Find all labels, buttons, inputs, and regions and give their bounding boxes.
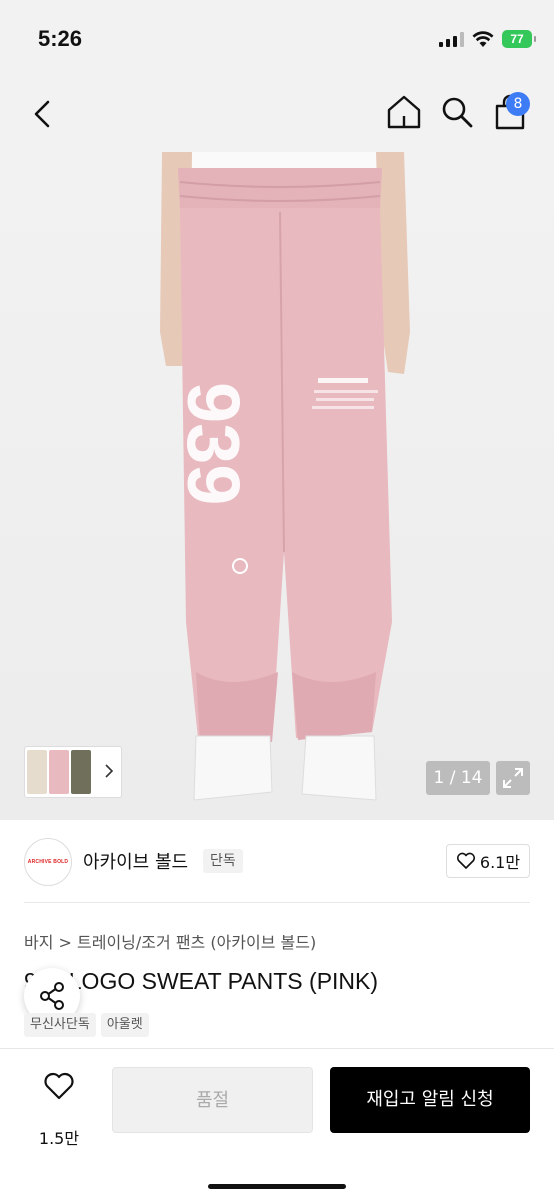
brand-like-count: 6.1만 (479, 853, 521, 872)
brand-row: ARCHIVE BOLD 아카이브 볼드 단독 6.1만 (0, 820, 554, 904)
status-bar: 5:26 77 (0, 0, 554, 80)
home-indicator (208, 1184, 346, 1189)
thumbnail-beige[interactable] (27, 750, 47, 794)
heart-icon (456, 852, 475, 869)
nav-bar (0, 80, 554, 152)
expand-icon (503, 768, 523, 788)
thumbnail-camo[interactable] (71, 750, 91, 794)
pants-print-939: 939 (172, 382, 255, 505)
expand-button[interactable] (496, 761, 530, 795)
restock-alert-button[interactable]: 재입고 알림 신청 (330, 1067, 530, 1133)
cart-count-badge: 8 (506, 92, 530, 116)
bottom-action-bar: 1.5만 품절 재입고 알림 신청 (0, 1048, 554, 1200)
heart-icon (44, 1072, 74, 1100)
home-icon[interactable] (384, 92, 424, 132)
battery-level: 77 (510, 32, 524, 46)
image-page-counter: 1 / 14 (426, 761, 490, 795)
wishlist-button[interactable]: 1.5만 (24, 1069, 94, 1148)
breadcrumb[interactable]: 바지 > 트레이닝/조거 팬츠 (아카이브 볼드) (24, 929, 316, 953)
wishlist-count: 1.5만 (38, 1129, 80, 1148)
cellular-signal-icon (439, 31, 464, 47)
tag-musinsa-exclusive: 무신사단독 (24, 1013, 96, 1037)
brand-name[interactable]: 아카이브 볼드 (83, 848, 188, 874)
thumbnail-pink[interactable] (49, 750, 69, 794)
brand-like-button[interactable]: 6.1만 (446, 844, 530, 878)
sold-out-button: 품절 (112, 1067, 313, 1133)
thumbnail-strip[interactable] (24, 746, 122, 798)
battery-icon: 77 (502, 30, 536, 48)
search-icon[interactable] (437, 92, 477, 132)
status-time: 5:26 (38, 26, 83, 51)
tag-outlet: 아울렛 (100, 1013, 149, 1037)
product-image[interactable]: 939 (0, 152, 554, 820)
brand-logo[interactable]: ARCHIVE BOLD (24, 838, 72, 886)
status-icons: 77 (439, 30, 536, 48)
wifi-icon (472, 31, 494, 47)
divider (24, 902, 530, 903)
chevron-right-icon[interactable] (103, 761, 115, 781)
exclusive-badge: 단독 (203, 849, 243, 873)
brand-logo-text: ARCHIVE BOLD (27, 859, 69, 865)
product-tags: 무신사단독 아울렛 (24, 1013, 149, 1037)
product-photo-illustration: 939 (160, 152, 410, 801)
back-icon[interactable] (24, 94, 64, 134)
